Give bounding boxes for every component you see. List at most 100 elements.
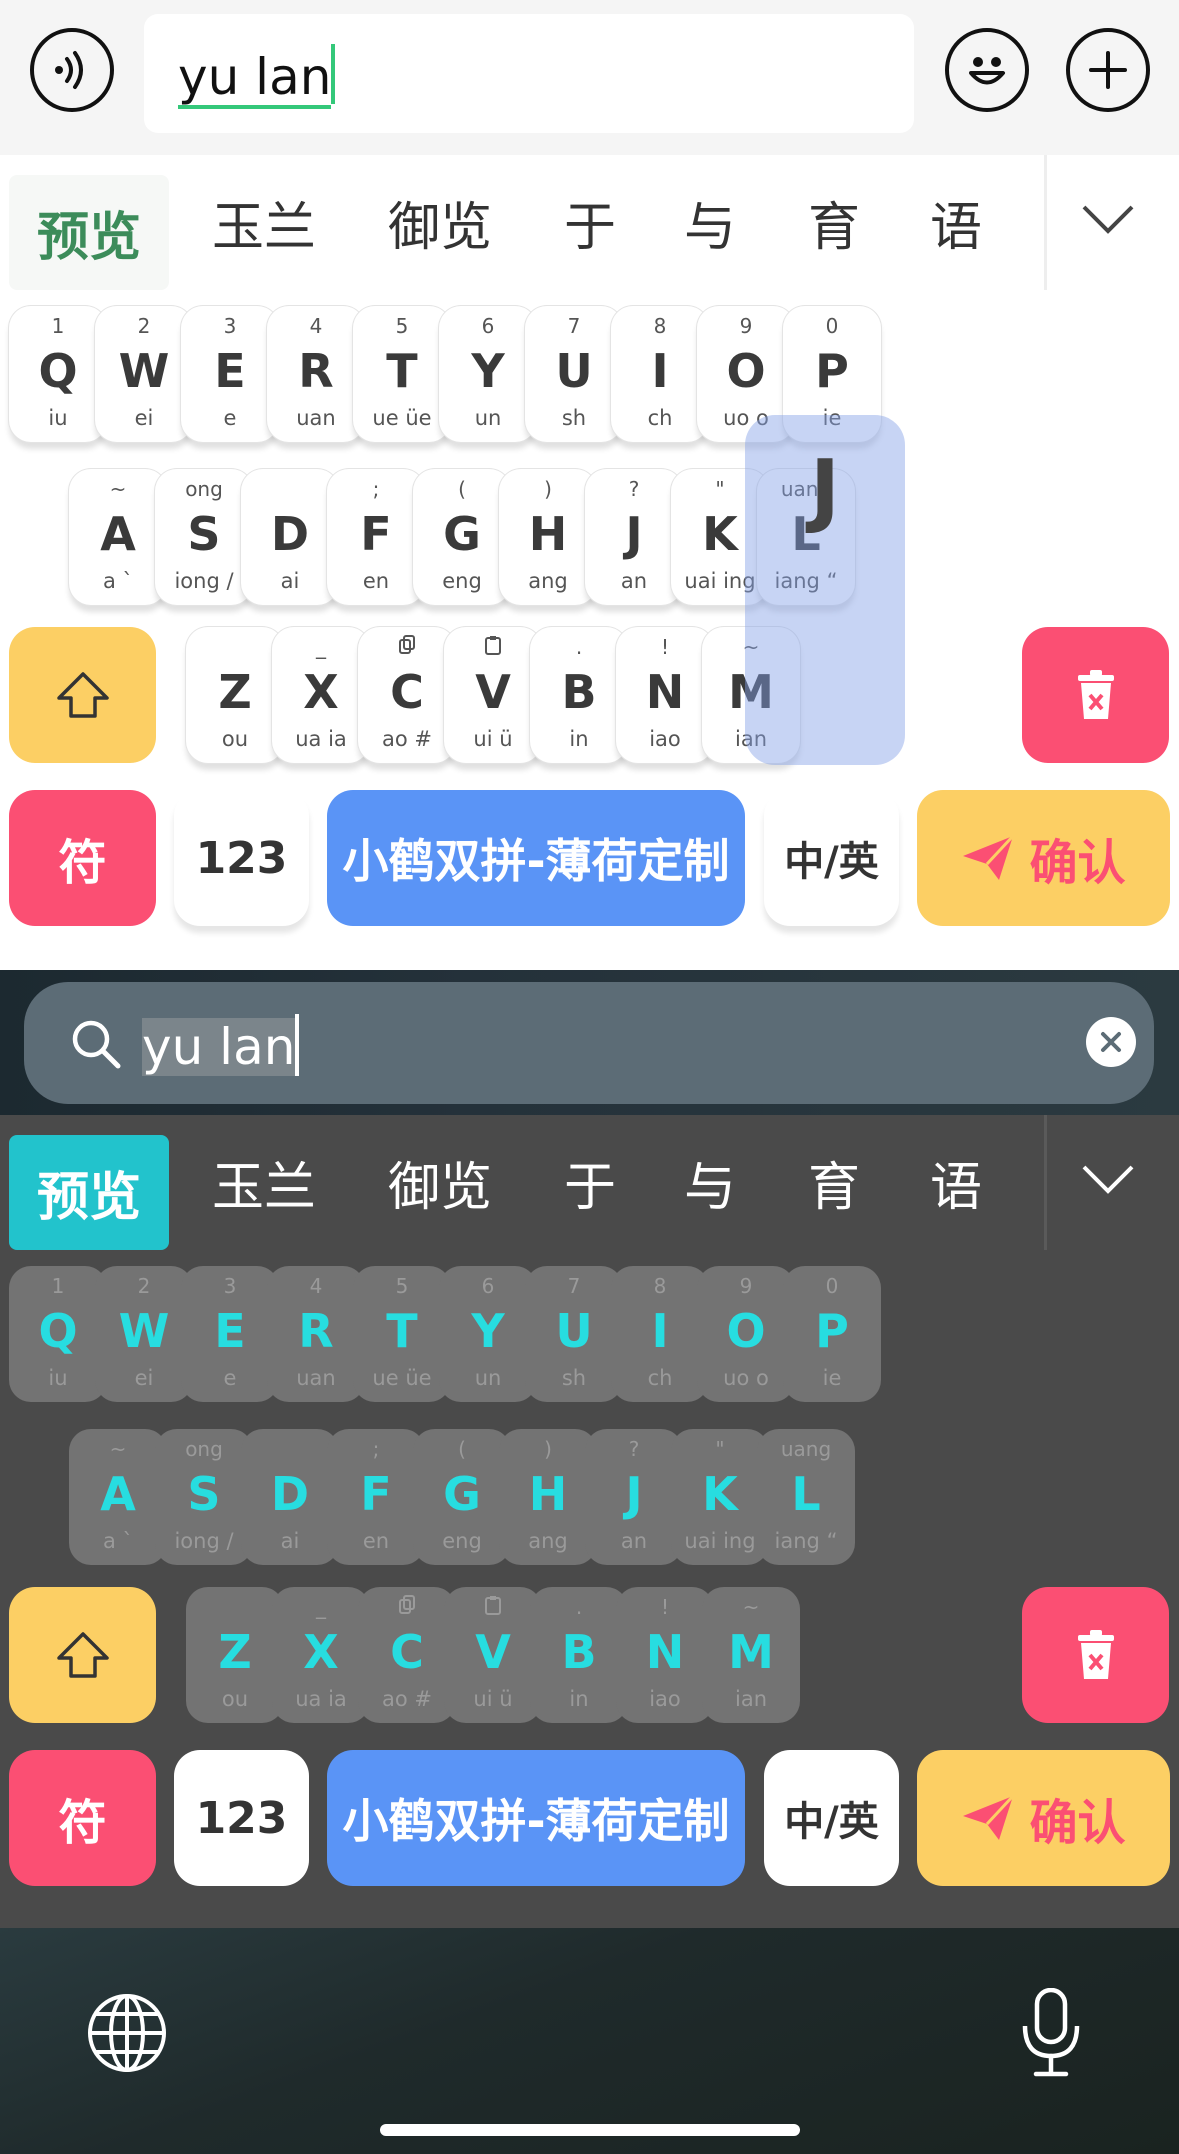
key-p[interactable]: 0 Pie	[783, 1266, 881, 1402]
key-m[interactable]: ~ Mian	[702, 1587, 800, 1723]
space-bar[interactable]: 小鹤双拼-薄荷定制	[327, 790, 745, 926]
key-t[interactable]: 5 Tue üe	[353, 306, 451, 442]
shift-button[interactable]	[9, 1587, 156, 1723]
key-u[interactable]: 7 Ush	[525, 1266, 623, 1402]
key-y[interactable]: 6 Yun	[439, 306, 537, 442]
emoji-face-icon[interactable]	[945, 28, 1029, 112]
language-switch-button[interactable]: 中/英	[764, 1750, 899, 1886]
chevron-down-icon[interactable]	[1080, 201, 1136, 237]
voice-wave-icon[interactable]	[30, 28, 114, 112]
search-input[interactable]: yu lan	[24, 982, 1154, 1104]
key-b[interactable]: . Bin	[530, 627, 628, 763]
globe-icon[interactable]	[86, 1992, 168, 2074]
key-v[interactable]: Vui ü	[444, 1587, 542, 1723]
home-indicator[interactable]	[380, 2124, 800, 2136]
candidate-item[interactable]: 育	[808, 1145, 860, 1220]
symbols-button[interactable]: 符	[9, 790, 156, 926]
key-hint-bottom: sh	[561, 1366, 587, 1390]
shift-button[interactable]	[9, 627, 156, 763]
key-j[interactable]: ? Jan	[585, 1429, 683, 1565]
candidate-item[interactable]: 与	[684, 1145, 736, 1220]
key-h[interactable]: ) Hang	[499, 469, 597, 605]
key-i[interactable]: 8 Ich	[611, 306, 709, 442]
clear-search-button[interactable]	[1086, 1017, 1136, 1067]
candidate-item[interactable]: 玉兰	[212, 185, 316, 260]
key-y[interactable]: 6 Yun	[439, 1266, 537, 1402]
key-x[interactable]: _ Xua ia	[272, 627, 370, 763]
text-caret	[331, 44, 336, 104]
key-q[interactable]: 1 Qiu	[9, 306, 107, 442]
key-n[interactable]: ! Niao	[616, 627, 714, 763]
numbers-button[interactable]: 123	[174, 1750, 309, 1886]
key-c[interactable]: Cao #	[358, 1587, 456, 1723]
confirm-button[interactable]: 确认	[917, 1750, 1170, 1886]
candidate-item-selected[interactable]: 预览	[9, 175, 169, 290]
key-i[interactable]: 8 Ich	[611, 1266, 709, 1402]
space-bar[interactable]: 小鹤双拼-薄荷定制	[327, 1750, 745, 1886]
key-c[interactable]: Cao #	[358, 627, 456, 763]
key-s[interactable]: ong Siong /	[155, 469, 253, 605]
microphone-icon[interactable]	[1020, 1988, 1082, 2078]
candidate-item[interactable]: 育	[808, 185, 860, 260]
key-letter: C	[390, 665, 424, 719]
key-h[interactable]: ) Hang	[499, 1429, 597, 1565]
candidate-item[interactable]: 御览	[388, 185, 492, 260]
chat-input-field[interactable]: yu lan	[144, 14, 914, 133]
key-j[interactable]: ? Jan	[585, 469, 683, 605]
key-f[interactable]: ; Fen	[327, 1429, 425, 1565]
key-r[interactable]: 4 Ruan	[267, 306, 365, 442]
symbols-button[interactable]: 符	[9, 1750, 156, 1886]
key-letter: S	[187, 507, 221, 561]
key-l[interactable]: uang Liang “	[757, 1429, 855, 1565]
key-z[interactable]: Zou	[186, 1587, 284, 1723]
key-g[interactable]: (Geng	[413, 1429, 511, 1565]
key-g[interactable]: (Geng	[413, 469, 511, 605]
candidate-item[interactable]: 于	[564, 185, 616, 260]
key-k[interactable]: " Kuai ing	[671, 1429, 769, 1565]
key-f[interactable]: ; Fen	[327, 469, 425, 605]
key-hint-bottom: eng	[442, 1529, 482, 1553]
key-n[interactable]: ! Niao	[616, 1587, 714, 1723]
candidate-item[interactable]: 语	[930, 1145, 982, 1220]
key-d[interactable]: Dai	[241, 469, 339, 605]
key-o[interactable]: 9 Ouo o	[697, 1266, 795, 1402]
key-v[interactable]: Vui ü	[444, 627, 542, 763]
language-switch-button[interactable]: 中/英	[764, 790, 899, 926]
key-t[interactable]: 5 Tue üe	[353, 1266, 451, 1402]
candidate-item[interactable]: 语	[930, 185, 982, 260]
key-s[interactable]: ong Siong /	[155, 1429, 253, 1565]
key-hint-bottom: e	[223, 1366, 237, 1390]
key-letter: S	[187, 1467, 221, 1521]
key-u[interactable]: 7 Ush	[525, 306, 623, 442]
candidate-item[interactable]: 与	[684, 185, 736, 260]
chevron-down-icon[interactable]	[1080, 1161, 1136, 1197]
key-hint-top: ~	[109, 1437, 127, 1461]
delete-button[interactable]	[1022, 627, 1169, 763]
key-d[interactable]: Dai	[241, 1429, 339, 1565]
key-letter: W	[118, 344, 170, 398]
delete-button[interactable]	[1022, 1587, 1169, 1723]
candidate-item[interactable]: 御览	[388, 1145, 492, 1220]
key-w[interactable]: 2 Wei	[95, 306, 193, 442]
numbers-button[interactable]: 123	[174, 790, 309, 926]
key-x[interactable]: _ Xua ia	[272, 1587, 370, 1723]
key-z[interactable]: Zou	[186, 627, 284, 763]
chat-input-bar: yu lan	[0, 0, 1179, 155]
key-letter: Q	[38, 344, 78, 398]
key-letter: L	[791, 1467, 821, 1521]
key-q[interactable]: 1 Qiu	[9, 1266, 107, 1402]
key-hint-bottom: ui ü	[473, 727, 513, 751]
key-e[interactable]: 3 Ee	[181, 1266, 279, 1402]
key-w[interactable]: 2 Wei	[95, 1266, 193, 1402]
candidate-item[interactable]: 玉兰	[212, 1145, 316, 1220]
key-e[interactable]: 3 Ee	[181, 306, 279, 442]
key-r[interactable]: 4 Ruan	[267, 1266, 365, 1402]
candidate-item[interactable]: 于	[564, 1145, 616, 1220]
key-hint-bottom: uan	[296, 1366, 336, 1390]
key-a[interactable]: ~ Aa `	[69, 469, 167, 605]
key-b[interactable]: . Bin	[530, 1587, 628, 1723]
plus-circle-icon[interactable]	[1066, 28, 1150, 112]
confirm-button[interactable]: 确认	[917, 790, 1170, 926]
candidate-item-selected[interactable]: 预览	[9, 1135, 169, 1250]
key-a[interactable]: ~ Aa `	[69, 1429, 167, 1565]
